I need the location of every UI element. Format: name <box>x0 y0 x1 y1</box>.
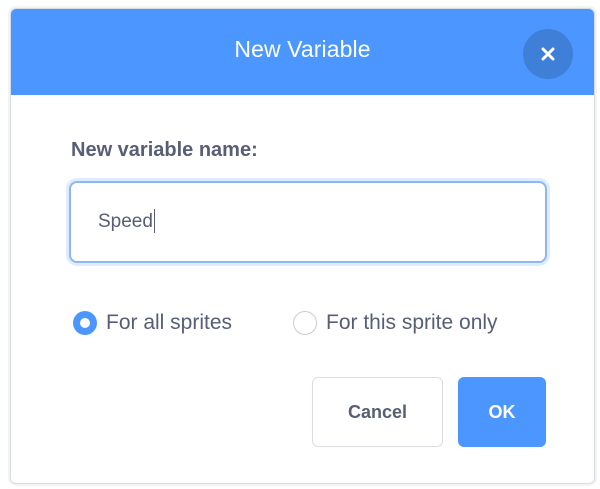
cancel-button[interactable]: Cancel <box>312 377 443 447</box>
close-icon <box>541 47 555 61</box>
scope-option-this-sprite[interactable]: For this sprite only <box>293 307 498 339</box>
dialog-header: New Variable <box>11 9 594 95</box>
variable-name-value: Speed <box>98 211 153 232</box>
text-caret <box>153 208 155 233</box>
ok-button[interactable]: OK <box>458 377 546 447</box>
radio-checked-icon[interactable] <box>73 311 97 335</box>
variable-name-label: New variable name: <box>71 139 258 161</box>
close-button[interactable] <box>523 29 573 79</box>
dialog-title: New Variable <box>234 36 371 62</box>
variable-name-input[interactable]: Speed <box>69 181 547 263</box>
scope-option-label: For this sprite only <box>326 311 498 334</box>
scope-option-label: For all sprites <box>106 311 233 334</box>
radio-unchecked-icon[interactable] <box>293 311 317 335</box>
new-variable-dialog: New Variable New variable name: Speed Fo… <box>10 8 595 484</box>
scope-option-all-sprites[interactable]: For all sprites <box>73 307 232 339</box>
